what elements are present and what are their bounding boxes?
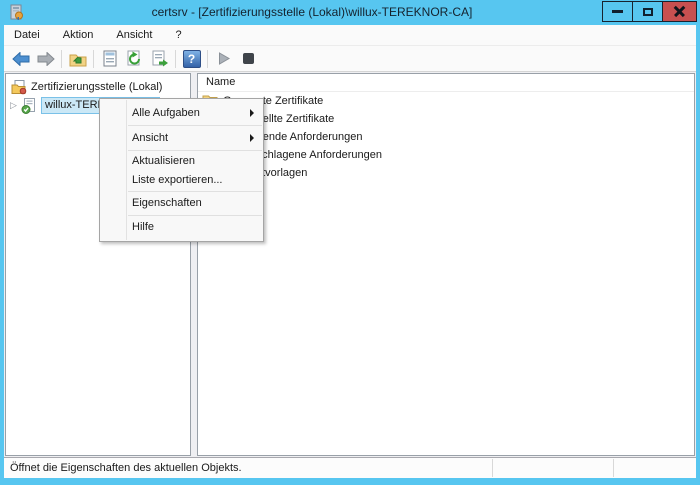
- refresh-icon: [126, 50, 143, 67]
- stop-service-icon: [243, 53, 254, 64]
- toolbar-separator: [207, 50, 208, 68]
- help-button[interactable]: ?: [179, 48, 204, 69]
- refresh-button[interactable]: [122, 48, 147, 69]
- menu-item-hilfe[interactable]: Hilfe: [100, 217, 263, 238]
- menu-item-liste-exportieren[interactable]: Liste exportieren...: [100, 171, 263, 190]
- menu-datei[interactable]: Datei: [4, 25, 50, 45]
- status-text: Öffnet die Eigenschaften des aktuellen O…: [10, 458, 242, 478]
- minimize-icon: [612, 10, 623, 13]
- list-item-failed-requests[interactable]: Fehlgeschlagene Anforderungen: [198, 146, 694, 164]
- list-item-revoked-certificates[interactable]: Gesperrte Zertifikate: [198, 92, 694, 110]
- menu-item-alle-aufgaben[interactable]: Alle Aufgaben: [100, 102, 263, 124]
- titlebar[interactable]: certsrv - [Zertifizierungsstelle (Lokal)…: [0, 0, 700, 25]
- column-header-name[interactable]: Name: [198, 74, 694, 92]
- minimize-button[interactable]: [602, 1, 633, 22]
- menu-separator: [128, 191, 262, 192]
- status-cell-divider: [492, 459, 493, 477]
- menu-ansicht[interactable]: Ansicht: [106, 25, 162, 45]
- export-list-icon: [151, 50, 169, 67]
- start-service-button[interactable]: [211, 48, 236, 69]
- menu-separator: [128, 215, 262, 216]
- results-panel: Name Gesperrte Zertifikate Ausgestellte …: [197, 73, 695, 456]
- back-button[interactable]: [8, 48, 33, 69]
- menu-item-ansicht[interactable]: Ansicht: [100, 127, 263, 149]
- list-item-certificate-templates[interactable]: Zertifikatvorlagen: [198, 164, 694, 182]
- statusbar: Öffnet die Eigenschaften des aktuellen O…: [4, 457, 696, 478]
- status-cell-divider: [613, 459, 614, 477]
- menu-separator: [128, 125, 262, 126]
- show-hide-console-tree-icon: [69, 51, 87, 67]
- maximize-button[interactable]: [632, 1, 663, 22]
- tree-root-certification-authority[interactable]: Zertifizierungsstelle (Lokal): [6, 77, 190, 96]
- back-icon: [12, 52, 30, 66]
- help-icon: ?: [183, 50, 201, 68]
- export-list-button[interactable]: [147, 48, 172, 69]
- menu-aktion[interactable]: Aktion: [53, 25, 104, 45]
- forward-button[interactable]: [33, 48, 58, 69]
- submenu-arrow-icon: [250, 109, 254, 117]
- stop-service-button[interactable]: [236, 48, 261, 69]
- list-item-pending-requests[interactable]: Ausstehende Anforderungen: [198, 128, 694, 146]
- tree-root-label: Zertifizierungsstelle (Lokal): [31, 81, 162, 93]
- start-service-icon: [218, 52, 230, 65]
- context-menu: Alle Aufgaben Ansicht Aktualisieren List…: [99, 98, 264, 242]
- menubar: Datei Aktion Ansicht ?: [4, 25, 696, 46]
- list-item-issued-certificates[interactable]: Ausgestellte Zertifikate: [198, 110, 694, 128]
- certsrv-window: certsrv - [Zertifizierungsstelle (Lokal)…: [0, 0, 700, 485]
- menu-item-aktualisieren[interactable]: Aktualisieren: [100, 152, 263, 171]
- expand-collapsed-icon[interactable]: ▷: [10, 101, 21, 111]
- window-title: certsrv - [Zertifizierungsstelle (Lokal)…: [28, 0, 596, 25]
- toolbar-separator: [175, 50, 176, 68]
- properties-icon: [102, 50, 118, 67]
- toolbar-separator: [93, 50, 94, 68]
- console-tree-toggle-button[interactable]: [65, 48, 90, 69]
- menu-help[interactable]: ?: [166, 25, 192, 45]
- toolbar: ?: [4, 46, 696, 72]
- toolbar-separator: [61, 50, 62, 68]
- forward-icon: [37, 52, 55, 66]
- close-icon: [673, 5, 686, 18]
- certsrv-app-icon: [8, 4, 24, 20]
- maximize-icon: [643, 8, 653, 16]
- menu-separator: [128, 150, 262, 151]
- menu-item-eigenschaften[interactable]: Eigenschaften: [100, 193, 263, 214]
- properties-button[interactable]: [97, 48, 122, 69]
- ca-certificate-icon: [21, 98, 37, 114]
- certification-authority-icon: [11, 79, 27, 95]
- submenu-arrow-icon: [250, 134, 254, 142]
- close-button[interactable]: [662, 1, 697, 22]
